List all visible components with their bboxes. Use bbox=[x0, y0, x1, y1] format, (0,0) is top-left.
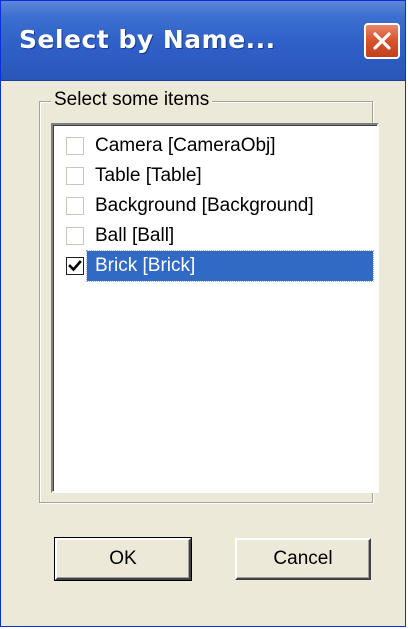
list-item-background[interactable]: Background [Background] bbox=[61, 191, 379, 221]
list-item-label: Camera [CameraObj] bbox=[95, 135, 276, 156]
list-item-label: Ball [Ball] bbox=[95, 225, 175, 246]
checkbox-checked[interactable] bbox=[66, 257, 84, 275]
select-by-name-dialog: Select by Name... Select some items Came… bbox=[0, 0, 406, 627]
checkmark-icon bbox=[68, 260, 82, 272]
groupbox-label: Select some items bbox=[51, 89, 213, 111]
list-item-label: Table [Table] bbox=[95, 165, 202, 186]
list-item-table[interactable]: Table [Table] bbox=[61, 161, 379, 191]
checkbox[interactable] bbox=[66, 137, 84, 155]
list-item-label: Brick [Brick] bbox=[86, 250, 374, 282]
checkbox[interactable] bbox=[66, 167, 84, 185]
list-item-ball[interactable]: Ball [Ball] bbox=[61, 221, 379, 251]
list-item-camera[interactable]: Camera [CameraObj] bbox=[61, 131, 379, 161]
items-checklist[interactable]: Camera [CameraObj] Table [Table] Backgro… bbox=[51, 123, 379, 493]
list-item-label: Background [Background] bbox=[95, 195, 314, 216]
title-bar[interactable]: Select by Name... bbox=[1, 1, 405, 81]
close-button[interactable] bbox=[364, 23, 400, 59]
cancel-button[interactable]: Cancel bbox=[235, 538, 371, 580]
close-x-icon bbox=[373, 32, 391, 50]
window-title: Select by Name... bbox=[19, 25, 276, 54]
checkbox[interactable] bbox=[66, 227, 84, 245]
list-item-brick[interactable]: Brick [Brick] bbox=[61, 250, 379, 282]
checkbox[interactable] bbox=[66, 197, 84, 215]
ok-button[interactable]: OK bbox=[54, 537, 192, 581]
